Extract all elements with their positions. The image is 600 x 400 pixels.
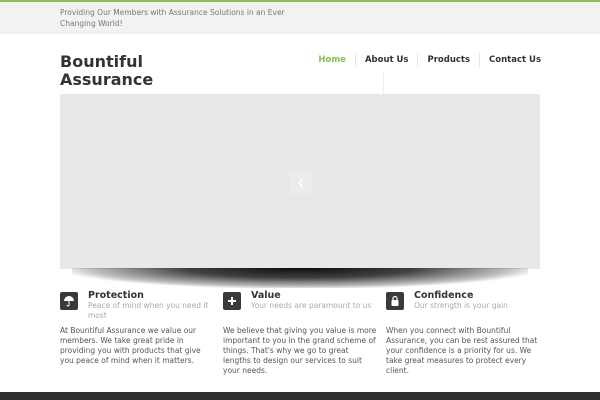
feature-title: Protection: [88, 290, 144, 301]
site-logo[interactable]: Bountiful Assurance: [60, 53, 200, 89]
logo-line-2: Assurance: [60, 70, 154, 89]
logo-line-1: Bountiful: [60, 52, 143, 71]
nav-item-about-us[interactable]: About Us: [354, 53, 418, 67]
top-bar: Providing Our Members with Assurance Sol…: [0, 0, 600, 34]
plus-icon: [223, 292, 241, 310]
feature-body: We believe that giving you value is more…: [223, 326, 377, 375]
feature-subtitle: Our strength is your gain: [414, 301, 508, 310]
slider-shadow: [72, 268, 528, 288]
feature-body: At Bountiful Assurance we value our memb…: [60, 326, 201, 365]
chevron-left-icon: [297, 178, 304, 188]
lock-icon: [386, 292, 404, 310]
tagline: Providing Our Members with Assurance Sol…: [60, 8, 285, 28]
feature-subtitle: Your needs are paramount to us: [251, 301, 372, 310]
feature-body: When you connect with Bountiful Assuranc…: [386, 326, 538, 375]
image-slider[interactable]: [60, 94, 540, 269]
footer: [0, 392, 600, 400]
feature-title: Confidence: [414, 290, 474, 301]
nav-item-contact-us[interactable]: Contact Us: [479, 53, 541, 67]
umbrella-icon: [60, 292, 78, 310]
main-nav: Home About Us Products Contact Us: [309, 51, 541, 69]
slider-prev-button[interactable]: [290, 172, 312, 194]
feature-title: Value: [251, 290, 281, 301]
nav-item-home[interactable]: Home: [309, 53, 355, 67]
feature-subtitle: Peace of mind when you need it most: [88, 301, 209, 320]
nav-item-products[interactable]: Products: [417, 53, 479, 67]
